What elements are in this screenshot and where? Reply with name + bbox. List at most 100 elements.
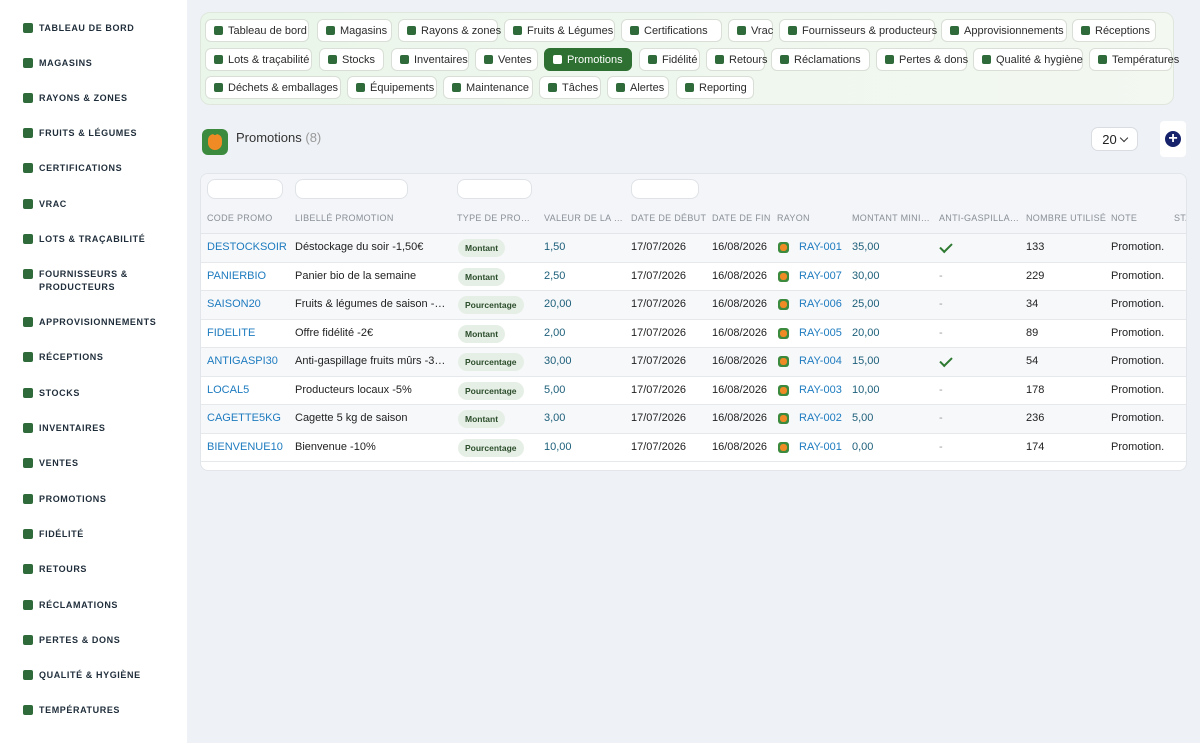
tab[interactable]: Ventes — [475, 48, 538, 71]
column-header[interactable]: TYPE DE PROM… — [457, 213, 537, 223]
sidebar-item[interactable]: PERTES & DONS — [23, 634, 173, 647]
tab-label: Qualité & hygiène — [996, 53, 1083, 66]
tab[interactable]: Réceptions — [1072, 19, 1156, 42]
promo-code-link[interactable]: SAISON20 — [207, 298, 291, 310]
tab[interactable]: Déchets & emballages — [205, 76, 341, 99]
rayon-link[interactable]: RAY-001 — [799, 241, 849, 253]
usage-count: 236 — [1026, 412, 1045, 424]
tab[interactable]: Températures — [1089, 48, 1179, 71]
rayon-link[interactable]: RAY-007 — [799, 270, 849, 282]
tab[interactable]: Stocks — [319, 48, 384, 71]
add-promotion-button[interactable]: + — [1160, 121, 1186, 157]
promo-code-link[interactable]: ANTIGASPI30 — [207, 355, 291, 367]
cash-register-icon — [484, 55, 493, 64]
tab[interactable]: Réclamations — [771, 48, 870, 71]
tab[interactable]: Pertes & dons — [876, 48, 968, 71]
tab[interactable]: Retours — [706, 48, 768, 71]
per-page-select[interactable]: 20 — [1091, 127, 1138, 151]
filter-code-input[interactable] — [207, 179, 283, 199]
sidebar-item[interactable]: MAGASINS — [23, 57, 173, 70]
rayon-link[interactable]: RAY-001 — [799, 441, 849, 453]
sidebar-item[interactable]: TABLEAU DE BORD — [23, 22, 173, 35]
sidebar-item[interactable]: TEMPÉRATURES — [23, 704, 173, 717]
tab[interactable]: Fournisseurs & producteurs — [779, 19, 937, 42]
tab[interactable]: Certifications — [621, 19, 722, 42]
sidebar-item[interactable]: RETOURS — [23, 563, 173, 576]
tab[interactable]: Tâches — [539, 76, 601, 99]
tab[interactable]: Vrac — [728, 19, 773, 42]
table-row[interactable]: FIDELITE Offre fidélité -2€ Montant 2,00 17/… — [201, 320, 1186, 348]
column-header[interactable]: CODE PROMO — [207, 213, 287, 223]
table-row[interactable]: PANIERBIO Panier bio de la semaine Montant… — [201, 263, 1186, 291]
column-header[interactable]: VALEUR DE LA … — [544, 213, 624, 223]
sidebar-item[interactable]: FIDÉLITÉ — [23, 528, 173, 541]
table-row[interactable]: CAGETTE5KG Cagette 5 kg de saison Montant 3… — [201, 405, 1186, 434]
sidebar-item[interactable]: PROMOTIONS — [23, 493, 173, 506]
column-header[interactable]: RAYON — [777, 213, 847, 223]
tab[interactable]: Qualité & hygiène — [973, 48, 1083, 71]
filter-type-input[interactable] — [457, 179, 532, 199]
tab[interactable]: Maintenance — [443, 76, 533, 99]
column-header[interactable]: ANTI-GASPILLA… — [939, 213, 1019, 223]
tab-label: Maintenance — [466, 81, 529, 94]
tab[interactable]: Équipements — [347, 76, 437, 99]
sidebar-item[interactable]: APPROVISIONNEMENTS — [23, 316, 173, 329]
tab[interactable]: Rayons & zones — [398, 19, 501, 42]
promo-code-link[interactable]: PANIERBIO — [207, 270, 291, 282]
sidebar-item-label: RÉCEPTIONS — [39, 352, 104, 362]
sidebar-item[interactable]: RAYONS & ZONES — [23, 92, 173, 105]
sidebar-item[interactable]: FOURNISSEURS & PRODUCTEURS — [23, 268, 173, 294]
column-header[interactable]: LIBELLÉ PROMOTION — [295, 213, 445, 223]
sidebar-item[interactable]: INVENTAIRES — [23, 422, 173, 435]
table-row[interactable]: DESTOCKSOIR Déstockage du soir -1,50€ Mont… — [201, 234, 1186, 263]
sidebar-item[interactable]: CERTIFICATIONS — [23, 162, 173, 175]
start-date: 17/07/2026 — [631, 412, 687, 424]
table-row[interactable]: BIENVENUE10 Bienvenue -10% Pourcentage 10,0… — [201, 434, 1186, 462]
table-row[interactable]: LOCAL5 Producteurs locaux -5% Pourcentage 5… — [201, 377, 1186, 405]
warehouse-icon — [328, 55, 337, 64]
promo-value: 10,00 — [544, 440, 572, 453]
column-header[interactable]: DATE DE FIN — [712, 213, 772, 223]
promo-code-link[interactable]: DESTOCKSOIR — [207, 241, 291, 253]
sidebar-item[interactable]: VENTES — [23, 457, 173, 470]
tab[interactable]: Magasins — [317, 19, 392, 42]
end-date: 16/08/2026 — [712, 355, 768, 367]
column-header[interactable]: DATE DE DÉBUT — [631, 213, 707, 223]
sidebar-item[interactable]: LOTS & TRAÇABILITÉ — [23, 233, 173, 246]
promo-code-link[interactable]: LOCAL5 — [207, 384, 291, 396]
tab[interactable]: Inventaires — [391, 48, 469, 71]
column-header[interactable]: STA — [1174, 213, 1186, 223]
rayon-link[interactable]: RAY-006 — [799, 298, 849, 310]
sidebar-item[interactable]: QUALITÉ & HYGIÈNE — [23, 669, 173, 682]
promo-type-badge: Montant — [458, 267, 506, 286]
tab[interactable]: Alertes — [607, 76, 669, 99]
table-row[interactable]: SAISON20 Fruits & légumes de saison -2… Po… — [201, 291, 1186, 320]
sidebar-item[interactable]: FRUITS & LÉGUMES — [23, 127, 173, 140]
promo-code-link[interactable]: FIDELITE — [207, 327, 291, 339]
column-header[interactable]: NOTE — [1111, 213, 1171, 223]
tab[interactable]: Fruits & Légumes — [504, 19, 615, 42]
sidebar-item[interactable]: RÉCLAMATIONS — [23, 599, 173, 612]
tab-label: Fidélité — [662, 53, 698, 66]
filter-start-date-input[interactable] — [631, 179, 699, 199]
sidebar-item[interactable]: VRAC — [23, 198, 173, 211]
rayon-link[interactable]: RAY-002 — [799, 412, 849, 424]
tab[interactable]: Approvisionnements — [941, 19, 1067, 42]
column-header[interactable]: NOMBRE UTILISÉ — [1026, 213, 1108, 223]
tab[interactable]: Reporting — [676, 76, 754, 99]
sidebar-item[interactable]: STOCKS — [23, 387, 173, 400]
promo-code-link[interactable]: BIENVENUE10 — [207, 441, 291, 453]
tab[interactable]: Fidélité — [639, 48, 700, 71]
tab[interactable]: Lots & traçabilité — [205, 48, 312, 71]
rayon-link[interactable]: RAY-005 — [799, 327, 849, 339]
filter-label-input[interactable] — [295, 179, 408, 199]
tab[interactable]: Promotions — [544, 48, 632, 71]
rayon-link[interactable]: RAY-003 — [799, 384, 849, 396]
promo-code-link[interactable]: CAGETTE5KG — [207, 412, 291, 424]
sidebar-item[interactable]: RÉCEPTIONS — [23, 351, 173, 364]
table-header: CODE PROMO LIBELLÉ PROMOTION TYPE DE PROM…… — [201, 204, 1186, 234]
column-header[interactable]: MONTANT MINI… — [852, 213, 932, 223]
rayon-link[interactable]: RAY-004 — [799, 355, 849, 367]
tab[interactable]: Tableau de bord — [205, 19, 309, 42]
table-row[interactable]: ANTIGASPI30 Anti-gaspillage fruits mûrs -… — [201, 348, 1186, 377]
